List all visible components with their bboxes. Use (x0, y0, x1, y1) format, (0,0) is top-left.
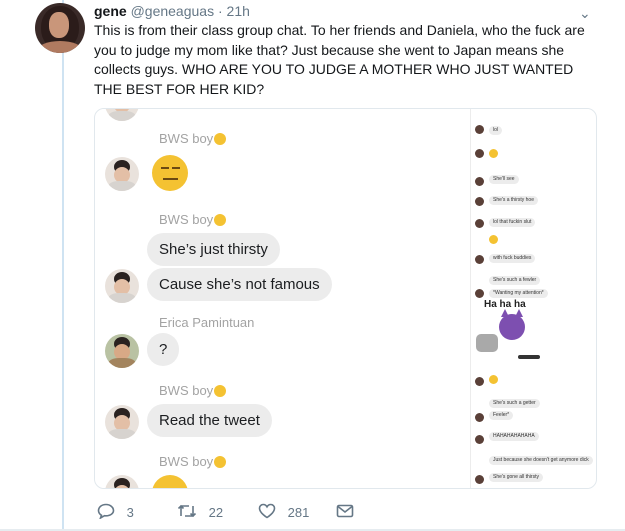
heart-icon (258, 503, 276, 519)
chat-bubble: Cause she’s not famous (147, 268, 332, 301)
retweet-icon (177, 504, 197, 518)
chat-screenshot-main: BWS boy BWS boy She’s just thirsty Cause… (95, 109, 470, 488)
emoji-icon (489, 149, 498, 158)
chat-avatar (475, 149, 484, 158)
mini-chat-bubble: Just because she doesn't get anymore dic… (489, 456, 593, 465)
thread-line (62, 0, 64, 531)
author-name[interactable]: gene (94, 3, 127, 19)
retweet-button[interactable]: 22 (177, 503, 223, 520)
mini-chat-bubble: She'll see (489, 175, 519, 184)
chat-avatar (475, 125, 484, 134)
chat-avatar (105, 269, 139, 303)
emoji-icon (489, 375, 498, 384)
chat-avatar (105, 475, 139, 488)
smirk-emoji-icon (214, 214, 227, 226)
chat-bubble: Read the tweet (147, 404, 272, 437)
smirk-emoji-icon (214, 456, 227, 468)
chat-avatar (475, 255, 484, 264)
time-separator: · (217, 3, 223, 19)
chat-avatar (475, 289, 484, 298)
retweet-count: 22 (208, 505, 224, 520)
chat-sender: BWS boy (159, 383, 227, 398)
expressionless-emoji-icon (152, 155, 188, 191)
chat-avatar (105, 405, 139, 439)
chat-avatar (475, 177, 484, 186)
mini-chat-bubble: She's a thirsty hoe (489, 196, 538, 205)
mini-chat-bubble: HAHAHAHAHAHA (489, 432, 539, 441)
chat-avatar (475, 377, 484, 386)
chat-sender: BWS boy (159, 454, 227, 469)
chat-bubble: ? (147, 333, 180, 366)
chat-sender: BWS boy (159, 212, 227, 227)
mini-chat-bubble: lol (489, 126, 503, 135)
chat-avatar (475, 475, 484, 484)
reply-icon (97, 503, 115, 519)
smirk-emoji-icon (214, 133, 227, 145)
tweet-time[interactable]: 21h (227, 3, 250, 19)
chat-avatar (475, 413, 484, 422)
emoji-icon (489, 235, 498, 244)
mini-chat-bubble: with fuck buddies (489, 254, 536, 263)
author-handle[interactable]: @geneaguas (131, 3, 215, 19)
tweet-header: gene @geneaguas · 21h (94, 3, 250, 19)
reply-button[interactable]: 3 (97, 503, 134, 520)
direct-message-button[interactable] (336, 503, 362, 520)
camera-icon (476, 334, 498, 352)
tweet-media[interactable]: BWS boy BWS boy She’s just thirsty Cause… (94, 108, 597, 489)
devil-sticker-icon (499, 309, 525, 340)
chat-avatar (475, 197, 484, 206)
tweet-text: This is from their class group chat. To … (94, 22, 585, 97)
chat-bubble: She’s just thirsty (147, 233, 280, 266)
redaction-bar (518, 355, 540, 359)
chat-screenshot-side: lol She'll see She's a thirsty hoe lol t… (470, 109, 596, 488)
mini-chat-bubble: She's gone all thirsty (489, 473, 543, 482)
chevron-down-icon[interactable]: ⌄ (579, 5, 591, 22)
chat-avatar (475, 219, 484, 228)
mini-chat-bubble: *Wanting my attention* (489, 289, 548, 298)
chat-avatar (475, 435, 484, 444)
chat-sender: BWS boy (159, 131, 227, 146)
mini-chat-bubble: She's such a fewler (489, 276, 541, 285)
avatar[interactable] (35, 3, 85, 53)
chat-sender: Erica Pamintuan (159, 315, 255, 330)
mini-chat-bubble: She's such a getter (489, 399, 540, 408)
chat-avatar (105, 157, 139, 191)
like-button[interactable]: 281 (258, 503, 309, 520)
reply-count: 3 (126, 505, 134, 520)
smirk-emoji-icon (214, 385, 227, 397)
chat-avatar (105, 334, 139, 368)
mini-chat-bubble: Feeler* (489, 411, 514, 420)
emoji-icon (152, 475, 188, 488)
envelope-icon (336, 504, 354, 518)
chat-avatar (105, 109, 139, 121)
mini-chat-bubble: lol that fuckin slut (489, 218, 536, 227)
like-count: 281 (287, 505, 310, 520)
